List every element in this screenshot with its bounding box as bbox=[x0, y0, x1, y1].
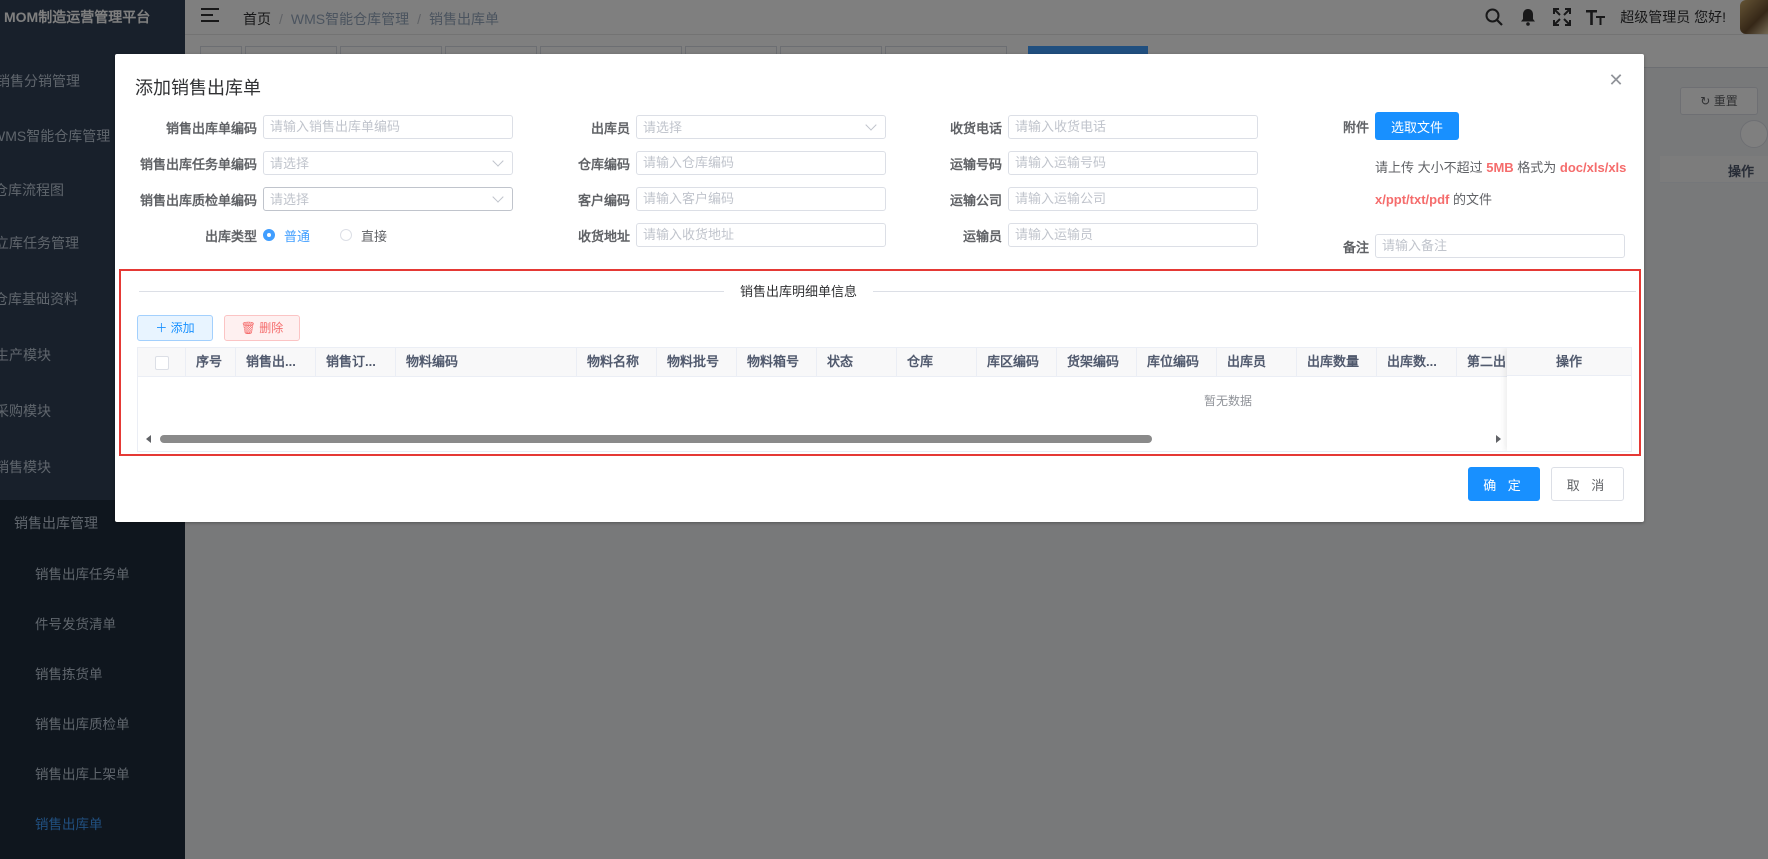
detail-section: 销售出库明细单信息 ＋ 添加 🗑 删除 序号 销售出... 销售订... 物料编… bbox=[119, 269, 1641, 456]
upload-tip-size: 5MB bbox=[1486, 160, 1514, 175]
dialog-title: 添加销售出库单 bbox=[135, 78, 261, 98]
col-header: 库区编码 bbox=[977, 348, 1057, 376]
task-code-label: 销售出库任务单编码 bbox=[139, 156, 257, 172]
carrier-label: 运输公司 bbox=[949, 192, 1002, 208]
operator-select[interactable]: 请选择 bbox=[636, 115, 886, 139]
add-label: 添加 bbox=[170, 321, 195, 335]
outbound-code-input[interactable] bbox=[263, 115, 513, 139]
scroll-thumb[interactable] bbox=[160, 435, 1152, 443]
phone-label: 收货电话 bbox=[949, 120, 1002, 136]
divider bbox=[139, 291, 1636, 292]
warehouse-code-label: 仓库编码 bbox=[577, 156, 630, 172]
shipping-no-label: 运输号码 bbox=[949, 156, 1002, 172]
col-header: 出库数量 bbox=[1297, 348, 1377, 376]
col-header: 物料批号 bbox=[657, 348, 737, 376]
col-header: 序号 bbox=[186, 348, 236, 376]
horizontal-scrollbar[interactable] bbox=[138, 432, 1508, 446]
trash-icon: 🗑 bbox=[240, 321, 256, 335]
radio-normal-label: 普通 bbox=[284, 228, 311, 244]
col-header: 状态 bbox=[817, 348, 897, 376]
add-outbound-dialog: 添加销售出库单 ✕ 销售出库单编码 销售出库任务单编码 请选择 销售出库质检单编… bbox=[115, 54, 1644, 522]
upload-tip: 请上传 大小不超过 5MB 格式为 doc/xls/xlsx/ppt/txt/p… bbox=[1375, 152, 1627, 216]
detail-table: 序号 销售出... 销售订... 物料编码 物料名称 物料批号 物料箱号 状态 … bbox=[137, 347, 1632, 452]
carrier-input[interactable] bbox=[1008, 187, 1258, 211]
remark-label: 备注 bbox=[1342, 239, 1369, 255]
address-label: 收货地址 bbox=[577, 228, 630, 244]
customer-code-label: 客户编码 bbox=[577, 192, 630, 208]
qc-code-placeholder: 请选择 bbox=[270, 192, 310, 207]
out-type-label: 出库类型 bbox=[204, 228, 257, 244]
chevron-down-icon bbox=[492, 191, 504, 203]
upload-tip-suffix: 的文件 bbox=[1449, 192, 1493, 207]
customer-code-input[interactable] bbox=[636, 187, 886, 211]
col-header: 销售出... bbox=[236, 348, 316, 376]
warehouse-code-input[interactable] bbox=[636, 151, 886, 175]
address-input[interactable] bbox=[636, 223, 886, 247]
radio-direct-label: 直接 bbox=[361, 228, 388, 244]
col-header: 出库员 bbox=[1217, 348, 1297, 376]
detail-section-title: 销售出库明细单信息 bbox=[724, 281, 874, 300]
col-header: 仓库 bbox=[897, 348, 977, 376]
radio-normal[interactable]: 普通 bbox=[263, 226, 310, 245]
chevron-down-icon bbox=[865, 119, 877, 131]
col-header: 货架编码 bbox=[1057, 348, 1137, 376]
radio-unchecked-icon bbox=[340, 229, 353, 241]
cancel-button[interactable]: 取 消 bbox=[1551, 467, 1624, 501]
transporter-input[interactable] bbox=[1008, 223, 1258, 247]
radio-direct[interactable]: 直接 bbox=[340, 226, 387, 245]
select-file-button[interactable]: 选取文件 bbox=[1375, 112, 1459, 140]
attachment-label: 附件 bbox=[1342, 119, 1369, 135]
task-code-placeholder: 请选择 bbox=[270, 156, 310, 171]
scroll-left-icon[interactable] bbox=[146, 435, 151, 443]
delete-detail-button[interactable]: 🗑 删除 bbox=[224, 315, 300, 341]
operator-placeholder: 请选择 bbox=[643, 120, 683, 135]
empty-text: 暂无数据 bbox=[1203, 394, 1252, 408]
col-header: 物料箱号 bbox=[737, 348, 817, 376]
upload-tip-middle: 格式为 bbox=[1513, 160, 1560, 175]
operator-label: 出库员 bbox=[590, 120, 630, 136]
add-detail-button[interactable]: ＋ 添加 bbox=[137, 315, 213, 341]
chevron-down-icon bbox=[492, 155, 504, 167]
phone-input[interactable] bbox=[1008, 115, 1258, 139]
remark-input[interactable] bbox=[1375, 234, 1625, 258]
radio-checked-icon bbox=[263, 229, 275, 241]
select-all-checkbox[interactable] bbox=[154, 355, 169, 370]
upload-tip-prefix: 请上传 大小不超过 bbox=[1375, 160, 1487, 175]
operation-header: 操作 bbox=[1507, 348, 1631, 376]
scroll-right-icon[interactable] bbox=[1496, 435, 1501, 443]
col-header: 物料名称 bbox=[577, 348, 657, 376]
code-label: 销售出库单编码 bbox=[165, 120, 257, 136]
table-header: 序号 销售出... 销售订... 物料编码 物料名称 物料批号 物料箱号 状态 … bbox=[138, 348, 1631, 377]
col-header: 销售订... bbox=[316, 348, 396, 376]
col-header: 物料编码 bbox=[396, 348, 577, 376]
qc-code-select[interactable]: 请选择 bbox=[263, 187, 513, 211]
select-all-cell bbox=[138, 348, 186, 376]
transporter-label: 运输员 bbox=[962, 228, 1002, 244]
delete-label: 删除 bbox=[259, 321, 284, 335]
col-header: 库位编码 bbox=[1137, 348, 1217, 376]
fixed-operation-column: 操作 bbox=[1507, 348, 1631, 451]
shipping-no-input[interactable] bbox=[1008, 151, 1258, 175]
col-header: 出库数... bbox=[1377, 348, 1457, 376]
qc-code-label: 销售出库质检单编码 bbox=[139, 192, 257, 208]
confirm-button[interactable]: 确 定 bbox=[1468, 467, 1540, 501]
task-code-select[interactable]: 请选择 bbox=[263, 151, 513, 175]
close-icon[interactable]: ✕ bbox=[1608, 71, 1624, 89]
